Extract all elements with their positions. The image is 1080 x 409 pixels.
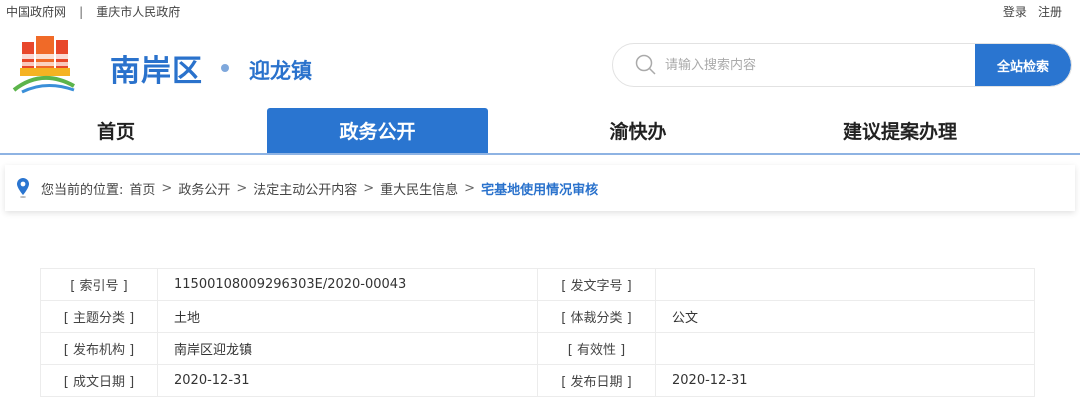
- label-publish-date: [ 发布日期 ]: [537, 364, 656, 397]
- label-index: [ 索引号 ]: [40, 268, 158, 301]
- table-row: [ 索引号 ] 11500108009296303E/2020-00043[ 发文…: [40, 268, 1035, 301]
- label-doc-number: [ 发文字号 ]: [537, 268, 656, 301]
- login-link[interactable]: 登录: [1003, 5, 1027, 19]
- tab-yukuaiban[interactable]: 渝快办: [530, 108, 746, 153]
- register-link[interactable]: 注册: [1038, 5, 1062, 19]
- value-index: 11500108009296303E/2020-00043: [157, 268, 538, 301]
- breadcrumb-gov-affairs[interactable]: 政务公开: [178, 179, 230, 198]
- site-search-button[interactable]: 全站检索: [975, 44, 1071, 86]
- breadcrumb-sep: >: [236, 180, 248, 196]
- value-topic: 土地: [157, 300, 538, 333]
- tab-gov-affairs[interactable]: 政务公开: [267, 108, 488, 153]
- breadcrumb-livelihood[interactable]: 重大民生信息: [380, 179, 458, 198]
- label-written-date: [ 成文日期 ]: [40, 364, 158, 397]
- label-publisher: [ 发布机构 ]: [40, 332, 158, 365]
- logo-icon: [12, 36, 75, 94]
- main-nav: 首页 政务公开 渝快办 建议提案办理: [0, 108, 1080, 155]
- value-validity: [655, 332, 1035, 365]
- breadcrumb-sep: >: [363, 180, 375, 196]
- breadcrumb-current[interactable]: 宅基地使用情况审核: [481, 179, 598, 198]
- breadcrumb-sep: >: [464, 180, 476, 196]
- table-row: [ 发布机构 ] 南岸区迎龙镇[ 有效性 ]: [40, 332, 1035, 365]
- search-bar: 全站检索: [612, 43, 1072, 87]
- value-doc-number: [655, 268, 1035, 301]
- site-subtitle: 迎龙镇: [249, 59, 312, 83]
- label-topic: [ 主题分类 ]: [40, 300, 158, 333]
- separator: |: [79, 5, 84, 19]
- breadcrumb: 您当前的位置: 首页 > 政务公开 > 法定主动公开内容 > 重大民生信息 > 宅基地使…: [5, 165, 1075, 211]
- breadcrumb-prefix: 您当前的位置:: [41, 182, 124, 198]
- label-genre: [ 体裁分类 ]: [537, 300, 656, 333]
- table-row: [ 成文日期 ] 2020-12-31[ 发布日期 ] 2020-12-31: [40, 364, 1035, 397]
- value-written-date: 2020-12-31: [157, 364, 538, 397]
- value-genre: 公文: [655, 300, 1035, 333]
- breadcrumb-sep: >: [161, 180, 173, 196]
- table-row: [ 主题分类 ] 土地[ 体裁分类 ] 公文: [40, 300, 1035, 333]
- title-dot: [221, 64, 229, 72]
- site-title: 南岸区: [110, 54, 203, 89]
- label-validity: [ 有效性 ]: [537, 332, 656, 365]
- top-links: 中国政府网 | 重庆市人民政府: [6, 1, 180, 20]
- search-icon: [635, 54, 656, 75]
- tab-home[interactable]: 首页: [10, 108, 222, 153]
- search-input[interactable]: [657, 44, 975, 86]
- document-info-table: [ 索引号 ] 11500108009296303E/2020-00043[ 发文…: [40, 268, 1035, 397]
- breadcrumb-home[interactable]: 首页: [129, 179, 155, 198]
- link-chongqing-gov[interactable]: 重庆市人民政府: [96, 5, 180, 19]
- link-gov-cn[interactable]: 中国政府网: [6, 5, 66, 19]
- value-publish-date: 2020-12-31: [655, 364, 1035, 397]
- breadcrumb-statutory[interactable]: 法定主动公开内容: [253, 179, 357, 198]
- value-publisher: 南岸区迎龙镇: [157, 332, 538, 365]
- tab-proposals[interactable]: 建议提案办理: [790, 108, 1010, 153]
- location-pin-icon: [17, 178, 29, 198]
